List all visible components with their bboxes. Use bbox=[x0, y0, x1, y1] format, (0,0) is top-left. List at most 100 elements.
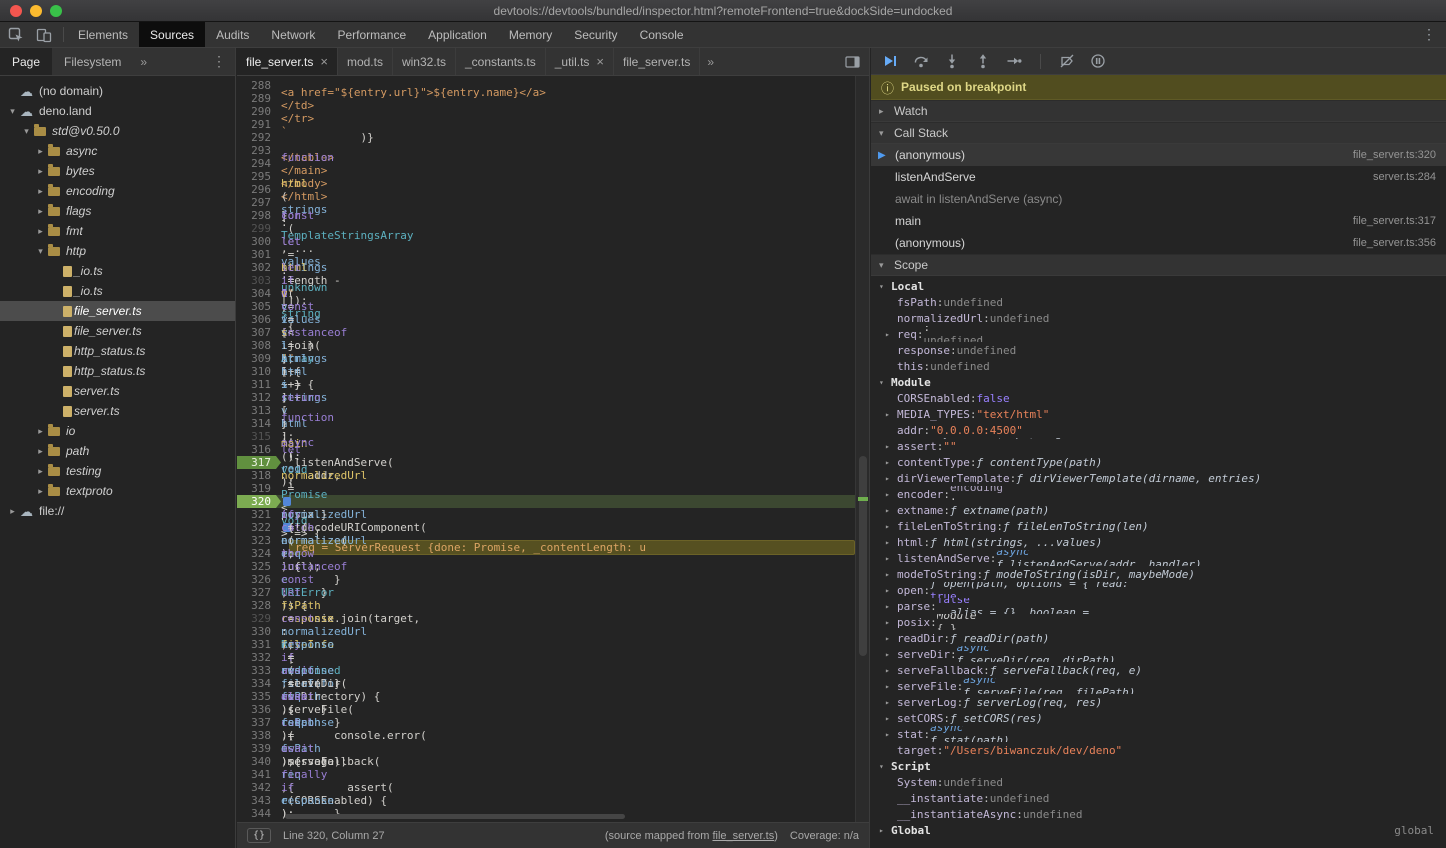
tree-item-encoding[interactable]: ▸encoding bbox=[0, 181, 235, 201]
editor-tab-win32.ts[interactable]: win32.ts bbox=[393, 48, 456, 75]
expand-arrow-icon[interactable]: ▾ bbox=[34, 246, 47, 257]
chevron-down-icon[interactable]: ▾ bbox=[879, 128, 890, 139]
line-number[interactable]: 312 bbox=[237, 391, 281, 404]
line-number[interactable]: 311 bbox=[237, 378, 281, 391]
tree-item-file-//[interactable]: ▸☁file:// bbox=[0, 501, 235, 521]
line-number[interactable]: 335 bbox=[237, 690, 281, 703]
call-stack-section-header[interactable]: ▾ Call Stack bbox=[871, 122, 1446, 144]
line-number[interactable]: 315 bbox=[237, 430, 281, 443]
line-number[interactable]: 304 bbox=[237, 287, 281, 300]
expand-arrow-icon[interactable]: ▸ bbox=[885, 602, 897, 611]
expand-arrow-icon[interactable]: ▾ bbox=[879, 378, 891, 387]
line-number[interactable]: 318 bbox=[237, 469, 281, 482]
scope-section-global[interactable]: ▸Globalglobal bbox=[871, 822, 1446, 838]
device-toolbar-icon[interactable] bbox=[30, 22, 58, 48]
step-into-icon[interactable] bbox=[943, 52, 961, 70]
close-icon[interactable]: × bbox=[320, 57, 328, 67]
inspect-element-icon[interactable] bbox=[2, 22, 30, 48]
line-number[interactable]: 325 bbox=[237, 560, 281, 573]
expand-arrow-icon[interactable]: ▸ bbox=[885, 634, 897, 643]
line-number[interactable]: 300 bbox=[237, 235, 281, 248]
expand-arrow-icon[interactable]: ▸ bbox=[885, 506, 897, 515]
line-number[interactable]: 317 bbox=[237, 456, 281, 469]
expand-arrow-icon[interactable]: ▸ bbox=[885, 666, 897, 675]
expand-arrow-icon[interactable]: ▸ bbox=[885, 714, 897, 723]
editor-vertical-scrollbar[interactable] bbox=[855, 76, 869, 822]
scope-variable[interactable]: ▸MEDIA_TYPES: {.md: "text/markdown", .ht… bbox=[871, 406, 1446, 422]
tree-item-_io.ts[interactable]: _io.ts bbox=[0, 261, 235, 281]
scope-variable[interactable]: ▸posix: Module {…} bbox=[871, 614, 1446, 630]
line-number[interactable]: 288 bbox=[237, 79, 281, 92]
tab-network[interactable]: Network bbox=[260, 22, 326, 47]
expand-arrow-icon[interactable]: ▸ bbox=[34, 186, 47, 197]
editor-tab-_constants.ts[interactable]: _constants.ts bbox=[456, 48, 546, 75]
tree-item-textproto[interactable]: ▸textproto bbox=[0, 481, 235, 501]
line-number[interactable]: 305 bbox=[237, 300, 281, 313]
expand-arrow-icon[interactable]: ▸ bbox=[885, 474, 897, 483]
scope-variable[interactable]: ▸serveFallback: ƒ serveFallback(req, e) bbox=[871, 662, 1446, 678]
tab-elements[interactable]: Elements bbox=[67, 22, 139, 47]
line-number[interactable]: 323 bbox=[237, 534, 281, 547]
tree-item-file_server.ts[interactable]: file_server.ts bbox=[0, 301, 235, 321]
minimize-window-button[interactable] bbox=[30, 5, 42, 17]
expand-arrow-icon[interactable]: ▸ bbox=[885, 586, 897, 595]
tree-item--no-domain-[interactable]: ☁(no domain) bbox=[0, 81, 235, 101]
call-stack-frame[interactable]: listenAndServeserver.ts:284 bbox=[871, 166, 1446, 188]
scope-variable[interactable]: target: "/Users/biwanczuk/dev/deno" bbox=[871, 742, 1446, 758]
tree-item-http_status.ts[interactable]: http_status.ts bbox=[0, 361, 235, 381]
line-number[interactable]: 319 bbox=[237, 482, 281, 495]
line-number[interactable]: 330 bbox=[237, 625, 281, 638]
code-line[interactable]: 291 ` bbox=[237, 118, 855, 131]
expand-arrow-icon[interactable]: ▾ bbox=[879, 762, 891, 771]
line-number[interactable]: 328 bbox=[237, 599, 281, 612]
tab-console[interactable]: Console bbox=[629, 22, 695, 47]
line-number[interactable]: 309 bbox=[237, 352, 281, 365]
chevron-down-icon[interactable]: ▾ bbox=[879, 260, 890, 271]
scope-variable[interactable]: response: undefined bbox=[871, 342, 1446, 358]
pretty-print-button[interactable]: {} bbox=[247, 828, 271, 843]
line-number[interactable]: 327 bbox=[237, 586, 281, 599]
editor-horizontal-scrollbar[interactable] bbox=[285, 814, 625, 819]
scope-variable[interactable]: ▸serverLog: ƒ serverLog(req, res) bbox=[871, 694, 1446, 710]
line-number[interactable]: 299 bbox=[237, 222, 281, 235]
scope-variable[interactable]: fsPath: undefined bbox=[871, 294, 1446, 310]
tree-item-http[interactable]: ▾http bbox=[0, 241, 235, 261]
scope-variable[interactable]: System: undefined bbox=[871, 774, 1446, 790]
expand-arrow-icon[interactable]: ▾ bbox=[20, 126, 33, 137]
line-number[interactable]: 321 bbox=[237, 508, 281, 521]
tree-item-server.ts[interactable]: server.ts bbox=[0, 381, 235, 401]
line-number[interactable]: 336 bbox=[237, 703, 281, 716]
scope-variable[interactable]: ▸modeToString: ƒ modeToString(isDir, may… bbox=[871, 566, 1446, 582]
scope-variable[interactable]: this: undefined bbox=[871, 358, 1446, 374]
line-number[interactable]: 290 bbox=[237, 105, 281, 118]
scope-variable[interactable]: ▸dirViewerTemplate: ƒ dirViewerTemplate(… bbox=[871, 470, 1446, 486]
line-number[interactable]: 332 bbox=[237, 651, 281, 664]
expand-arrow-icon[interactable]: ▸ bbox=[885, 410, 897, 419]
line-number[interactable]: 333 bbox=[237, 664, 281, 677]
tree-item-std@v0.50.0[interactable]: ▾std@v0.50.0 bbox=[0, 121, 235, 141]
close-icon[interactable]: × bbox=[596, 57, 604, 67]
expand-arrow-icon[interactable]: ▸ bbox=[885, 698, 897, 707]
tab-memory[interactable]: Memory bbox=[498, 22, 563, 47]
code-editor[interactable]: 288 <a href="${entry.url}">${entry.name}… bbox=[237, 76, 869, 822]
tree-item-bytes[interactable]: ▸bytes bbox=[0, 161, 235, 181]
line-number[interactable]: 293 bbox=[237, 144, 281, 157]
expand-arrow-icon[interactable]: ▾ bbox=[879, 282, 891, 291]
navigator-tab-overflow-icon[interactable]: » bbox=[133, 48, 154, 75]
scope-section-module[interactable]: ▾Module bbox=[871, 374, 1446, 390]
tree-item-path[interactable]: ▸path bbox=[0, 441, 235, 461]
editor-tab-file_server.ts[interactable]: file_server.ts bbox=[614, 48, 700, 75]
expand-arrow-icon[interactable]: ▸ bbox=[885, 682, 897, 691]
call-stack-frame[interactable]: ▶(anonymous)file_server.ts:320 bbox=[871, 144, 1446, 166]
line-number[interactable]: 326 bbox=[237, 573, 281, 586]
code-line[interactable]: 343 assert(response); bbox=[237, 794, 855, 807]
line-number[interactable]: 308 bbox=[237, 339, 281, 352]
line-number[interactable]: 296 bbox=[237, 183, 281, 196]
scope-variable[interactable]: __instantiate: undefined bbox=[871, 790, 1446, 806]
expand-arrow-icon[interactable]: ▸ bbox=[885, 554, 897, 563]
expand-arrow-icon[interactable]: ▸ bbox=[885, 458, 897, 467]
scope-variable[interactable]: normalizedUrl: undefined bbox=[871, 310, 1446, 326]
scope-variable[interactable]: ▸serveDir: async ƒ serveDir(req, dirPath… bbox=[871, 646, 1446, 662]
expand-arrow-icon[interactable]: ▸ bbox=[885, 522, 897, 531]
devtools-menu-icon[interactable]: ⋮ bbox=[1412, 22, 1446, 47]
